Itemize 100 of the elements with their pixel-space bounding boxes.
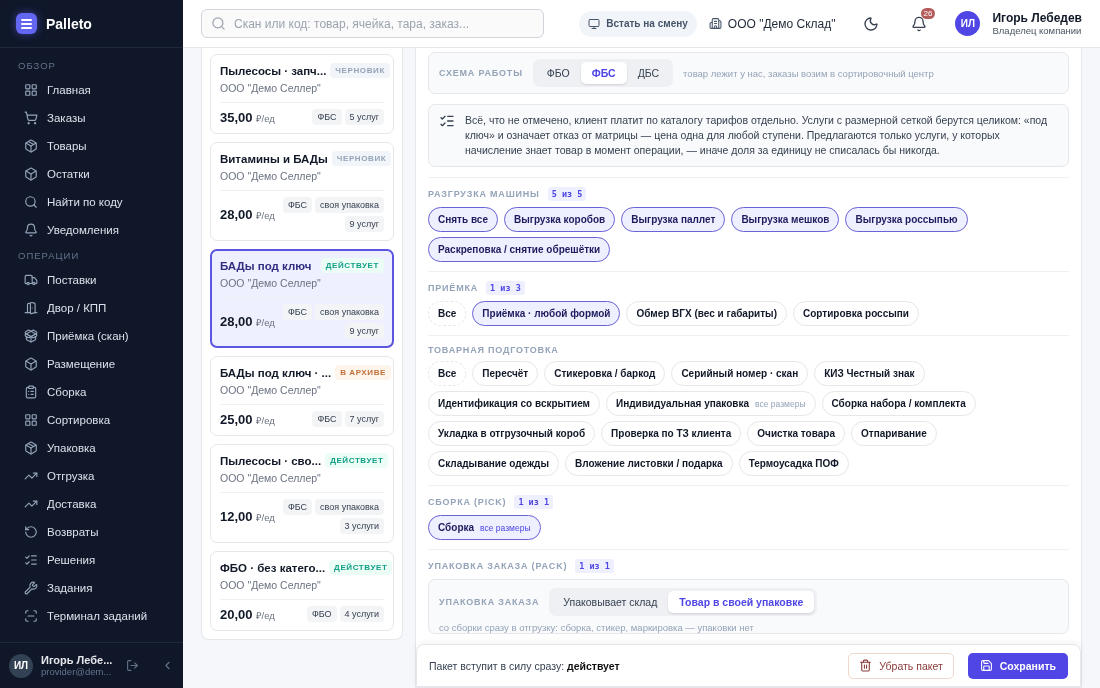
- nav-item[interactable]: Доставка: [18, 490, 175, 518]
- service-chip[interactable]: Серийный номер · скан: [671, 361, 809, 386]
- service-chip[interactable]: Сборка все размеры: [428, 515, 541, 540]
- package-seller: ООО "Демо Селлер": [220, 472, 322, 484]
- nav-item[interactable]: Двор / КПП: [18, 294, 175, 322]
- search-icon: [24, 195, 38, 209]
- service-chip[interactable]: Выгрузка паллет: [621, 207, 726, 232]
- nav-item[interactable]: Заказы: [18, 104, 175, 132]
- service-chip[interactable]: Выгрузка коробов: [503, 207, 616, 232]
- package-card[interactable]: БАДы под ключ ДЕЙСТВУЕТ ООО "Демо Селлер" 28,00 ₽/ед ФБС своя упаковка 9 услуг: [210, 249, 394, 348]
- notification-count: 26: [920, 7, 936, 19]
- select-all-chip[interactable]: Снять все: [428, 207, 498, 232]
- section-title: ПРИЁМКА: [428, 283, 479, 293]
- package-card[interactable]: Витамины и БАДы ЧЕРНОВИК ООО "Демо Селлер" 28,00 ₽/ед ФБС своя упаковка 9 услуг: [210, 142, 394, 241]
- nav-item[interactable]: Задания: [18, 574, 175, 602]
- select-all-chip[interactable]: Все: [428, 361, 467, 386]
- checklist-icon: [439, 113, 455, 129]
- nav-item[interactable]: Решения: [18, 546, 175, 574]
- grid-icon: [24, 83, 38, 97]
- scheme-option[interactable]: ДБС: [626, 62, 671, 84]
- service-chip[interactable]: Проверка по ТЗ клиента: [601, 421, 742, 446]
- section-title: ТОВАРНАЯ ПОДГОТОВКА: [428, 345, 559, 355]
- box-icon: [24, 357, 38, 371]
- package-tag: своя упаковка: [315, 197, 384, 213]
- nav-item[interactable]: Терминал заданий: [18, 602, 175, 630]
- wrench-icon: [24, 581, 38, 595]
- service-chip[interactable]: Идентификация со вскрытием: [428, 391, 600, 416]
- service-chip[interactable]: Укладка в отгрузочный короб: [428, 421, 596, 446]
- service-chip[interactable]: Раскреповка / снятие обрешётки: [428, 237, 611, 262]
- save-button[interactable]: Сохранить: [967, 652, 1068, 679]
- nav-item[interactable]: Отгрузка: [18, 462, 175, 490]
- nav-item[interactable]: Поставки: [18, 266, 175, 294]
- service-chip[interactable]: Сортировка россыпи: [792, 301, 919, 326]
- nav-item[interactable]: Размещение: [18, 350, 175, 378]
- info-text: Всё, что не отмечено, клиент платит по каталогу тарифов отдельно. Услуги с размерной сеткой берутся целиком: «под ключ» и означает отказ от матрицы — цена одна для любой ступени. Предлагаются только услуги, у которых начисление знает товар в момент операции, — иначе доля за единицу не списалась бы никогда.: [465, 113, 1049, 158]
- package-tag: 7 услуг: [344, 411, 384, 427]
- service-chip[interactable]: Выгрузка россыпью: [845, 207, 968, 232]
- logo-text: Palleto: [46, 15, 92, 32]
- package-card[interactable]: Пылесосы · сво... ДЕЙСТВУЕТ ООО "Демо Селлер" 12,00 ₽/ед ФБС своя упаковка 3 услуги: [210, 444, 394, 543]
- user-avatar[interactable]: ИЛ: [955, 11, 981, 36]
- scheme-hint: товар лежит у нас, заказы возим в сортировочный центр: [683, 67, 934, 79]
- nav-item[interactable]: Главная: [18, 76, 175, 104]
- package-price: 35,00 ₽/ед: [220, 109, 275, 125]
- package-card[interactable]: БАДы под ключ · ... В АРХИВЕ ООО "Демо Селлер" 25,00 ₽/ед ФБС 7 услуг: [210, 356, 394, 436]
- selected-count: 1 из 1: [575, 559, 614, 573]
- service-chip[interactable]: Индивидуальная упаковка все размеры: [606, 391, 816, 416]
- truck-icon: [24, 273, 38, 287]
- pack-option[interactable]: Товар в своей упаковке: [668, 591, 815, 613]
- section-title: РАЗГРУЗКА МАШИНЫ: [428, 189, 540, 199]
- org-selector[interactable]: ООО "Демо Склад": [727, 16, 836, 31]
- scheme-option[interactable]: ФБС: [580, 62, 627, 84]
- package-card[interactable]: Пылесосы · запч... ЧЕРНОВИК ООО "Демо Селлер" 35,00 ₽/ед ФБС 5 услуг: [210, 54, 394, 134]
- service-chip[interactable]: Приёмка · любой формой: [472, 301, 621, 326]
- package-seller: ООО "Демо Селлер": [220, 579, 322, 591]
- service-chip[interactable]: Сборка набора / комплекта: [821, 391, 976, 416]
- pack-option[interactable]: Упаковывает склад: [552, 591, 669, 613]
- service-chip[interactable]: Выгрузка мешков: [731, 207, 840, 232]
- service-chip[interactable]: Стикеровка / баркод: [544, 361, 666, 386]
- search-icon: [211, 16, 226, 31]
- service-chip[interactable]: Вложение листовки / подарка: [565, 451, 733, 476]
- package-price: 25,00 ₽/ед: [220, 411, 275, 427]
- remove-button[interactable]: Убрать пакет: [848, 652, 954, 679]
- package-tag: ФБС: [282, 304, 313, 320]
- nav-item[interactable]: Возвраты: [18, 518, 175, 546]
- service-chip[interactable]: Отпаривание: [850, 421, 937, 446]
- package-tag: ФБС: [312, 411, 342, 427]
- rotate-icon: [24, 525, 38, 539]
- nav-item[interactable]: Приёмка (скан): [18, 322, 175, 350]
- scheme-option[interactable]: ФБО: [535, 62, 581, 84]
- logout-icon[interactable]: [126, 659, 139, 672]
- nav-item[interactable]: Сборка: [18, 378, 175, 406]
- section-title: СБОРКА (PICK): [428, 497, 507, 507]
- user-avatar[interactable]: ИЛ: [9, 653, 33, 678]
- user-name: Игорь Лебедев: [992, 11, 1082, 25]
- nav-item[interactable]: Найти по коду: [18, 188, 175, 216]
- service-chip[interactable]: Термоусадка ПОФ: [738, 451, 849, 476]
- package-title: Пылесосы · сво...: [220, 454, 322, 467]
- package-tag: 4 услуги: [339, 606, 384, 622]
- footer-text: Пакет вступит в силу сразу: действует: [429, 659, 620, 672]
- package-card[interactable]: ФБО · без катего... ДЕЙСТВУЕТ ООО "Демо Селлер" 20,00 ₽/ед ФБО 4 услуги: [210, 551, 394, 631]
- nav-item[interactable]: Упаковка: [18, 434, 175, 462]
- nav-item[interactable]: Сортировка: [18, 406, 175, 434]
- service-chip[interactable]: КИЗ Честный знак: [814, 361, 925, 386]
- service-chip[interactable]: Обмер ВГХ (вес и габариты): [626, 301, 787, 326]
- package-price: 12,00 ₽/ед: [220, 509, 275, 524]
- package-tag: 3 услуги: [339, 518, 384, 534]
- nav-item[interactable]: Уведомления: [18, 216, 175, 244]
- nav-item[interactable]: Остатки: [18, 160, 175, 188]
- status-badge: ЧЕРНОВИК: [330, 63, 390, 78]
- shift-button[interactable]: Встать на смену: [579, 10, 697, 37]
- search-field[interactable]: Скан или код: товар, ячейка, тара, заказ...: [201, 9, 544, 38]
- service-chip[interactable]: Очистка товара: [747, 421, 845, 446]
- nav-item[interactable]: Товары: [18, 132, 175, 160]
- clipboard-icon: [24, 385, 38, 399]
- service-chip[interactable]: Пересчёт: [472, 361, 539, 386]
- bell-icon: [24, 223, 38, 237]
- package-icon: [24, 329, 38, 343]
- grid-icon: [24, 413, 38, 427]
- select-all-chip[interactable]: Все: [428, 301, 467, 326]
- service-chip[interactable]: Складывание одежды: [428, 451, 559, 476]
